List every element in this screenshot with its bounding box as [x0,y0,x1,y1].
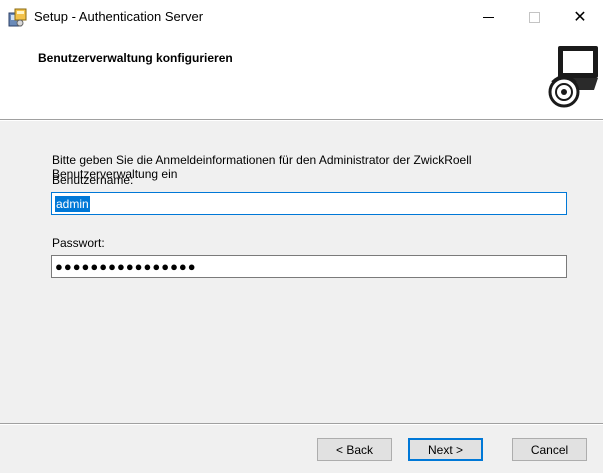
computer-disc-icon [548,42,600,110]
setup-icon [8,8,28,28]
back-button[interactable]: < Back [317,438,392,461]
title-bar: Setup - Authentication Server ✕ [0,0,603,34]
window-title: Setup - Authentication Server [34,9,204,24]
username-input[interactable]: admin [51,192,567,215]
password-value: ●●●●●●●●●●●●●●●● [55,259,197,274]
password-input[interactable]: ●●●●●●●●●●●●●●●● [51,255,567,278]
password-label: Passwort: [52,236,105,250]
close-button[interactable]: ✕ [557,0,603,34]
minimize-button[interactable] [465,0,511,34]
username-value: admin [55,195,90,212]
username-label: Benutzername: [52,173,134,187]
setup-window: Setup - Authentication Server ✕ Benutzer… [0,0,603,473]
page-title: Benutzerverwaltung konfigurieren [38,51,233,65]
maximize-icon [528,11,540,23]
close-icon: ✕ [573,9,587,26]
maximize-button[interactable] [511,0,557,34]
next-button[interactable]: Next > [408,438,483,461]
header-divider [0,119,603,121]
cancel-button[interactable]: Cancel [512,438,587,461]
header-banner: Benutzerverwaltung konfigurieren [0,34,603,119]
footer-divider [0,423,603,425]
minimize-icon [482,16,494,18]
